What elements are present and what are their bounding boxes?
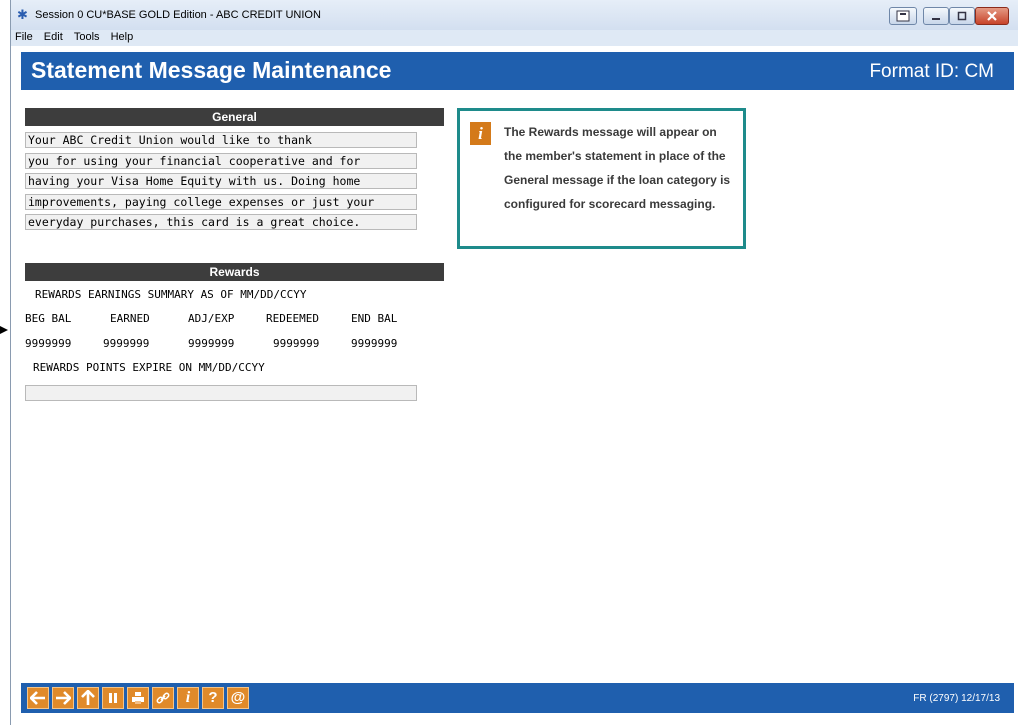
- email-icon: @: [230, 689, 246, 706]
- page-header: Statement Message Maintenance Format ID:…: [21, 52, 1014, 90]
- value-adj-exp: 9999999: [188, 337, 235, 350]
- close-icon: [987, 11, 997, 21]
- value-earned: 9999999: [103, 337, 150, 350]
- pause-icon: [109, 693, 117, 703]
- general-message-line[interactable]: you for using your financial cooperative…: [25, 153, 417, 169]
- print-button[interactable]: [127, 687, 149, 709]
- application-window: ✱ Session 0 CU*BASE GOLD Edition - ABC C…: [10, 0, 1018, 725]
- rewards-heading: Rewards: [25, 263, 444, 281]
- info-text: The Rewards message will appear on the m…: [504, 125, 731, 211]
- forward-button[interactable]: [52, 687, 74, 709]
- menu-edit[interactable]: Edit: [40, 30, 67, 43]
- title-bar: ✱ Session 0 CU*BASE GOLD Edition - ABC C…: [11, 0, 1018, 30]
- rewards-message-line[interactable]: [25, 385, 417, 401]
- column-header-earned: EARNED: [110, 312, 150, 325]
- minimize-icon: [932, 18, 940, 20]
- menu-bar: File Edit Tools Help: [11, 30, 1018, 46]
- menu-file[interactable]: File: [11, 30, 37, 43]
- rewards-summary: REWARDS EARNINGS SUMMARY AS OF MM/DD/CCY…: [35, 288, 307, 301]
- column-header-redeemed: REDEEMED: [266, 312, 319, 325]
- info-panel: i The Rewards message will appear on the…: [457, 108, 746, 249]
- value-beg-bal: 9999999: [25, 337, 72, 350]
- print-icon: [132, 692, 144, 704]
- menu-tools[interactable]: Tools: [70, 30, 104, 43]
- general-message-line[interactable]: everyday purchases, this card is a great…: [25, 214, 417, 230]
- help-book-icon: [896, 10, 910, 22]
- rewards-expire: REWARDS POINTS EXPIRE ON MM/DD/CCYY: [33, 361, 265, 374]
- link-button[interactable]: [152, 687, 174, 709]
- forward-arrow-icon: [56, 691, 71, 705]
- maximize-icon: [957, 11, 967, 21]
- up-button[interactable]: [77, 687, 99, 709]
- back-arrow-icon: [30, 691, 45, 705]
- asterisk-icon: ✱: [17, 7, 28, 22]
- screen-code: FR (2797) 12/17/13: [913, 693, 1000, 704]
- general-message-line[interactable]: Your ABC Credit Union would like to than…: [25, 132, 417, 148]
- menu-help[interactable]: Help: [107, 30, 138, 43]
- info-icon: i: [470, 122, 491, 145]
- info-icon: i: [185, 689, 191, 706]
- close-button[interactable]: [975, 7, 1009, 25]
- pointer-arrow: [0, 326, 8, 334]
- value-redeemed: 9999999: [273, 337, 320, 350]
- page-title: Statement Message Maintenance: [31, 57, 392, 83]
- up-arrow-icon: [81, 690, 95, 705]
- maximize-button[interactable]: [949, 7, 975, 25]
- pause-button[interactable]: [102, 687, 124, 709]
- general-heading: General: [25, 108, 444, 126]
- email-button[interactable]: @: [227, 687, 249, 709]
- help-book-button[interactable]: [889, 7, 917, 25]
- window-title: Session 0 CU*BASE GOLD Edition - ABC CRE…: [35, 9, 321, 21]
- help-icon: ?: [208, 689, 218, 706]
- back-button[interactable]: [27, 687, 49, 709]
- value-end-bal: 9999999: [351, 337, 398, 350]
- help-button[interactable]: ?: [202, 687, 224, 709]
- general-message-line[interactable]: improvements, paying college expenses or…: [25, 194, 417, 210]
- minimize-button[interactable]: [923, 7, 949, 25]
- column-header-adj-exp: ADJ/EXP: [188, 312, 235, 325]
- format-id: Format ID: CM: [869, 61, 994, 82]
- column-header-end-bal: END BAL: [351, 312, 398, 325]
- footer-toolbar: i ? @ FR (2797) 12/17/13: [21, 683, 1014, 713]
- link-icon: [156, 692, 170, 704]
- column-header-beg-bal: BEG BAL: [25, 312, 72, 325]
- info-button[interactable]: i: [177, 687, 199, 709]
- general-message-line[interactable]: having your Visa Home Equity with us. Do…: [25, 173, 417, 189]
